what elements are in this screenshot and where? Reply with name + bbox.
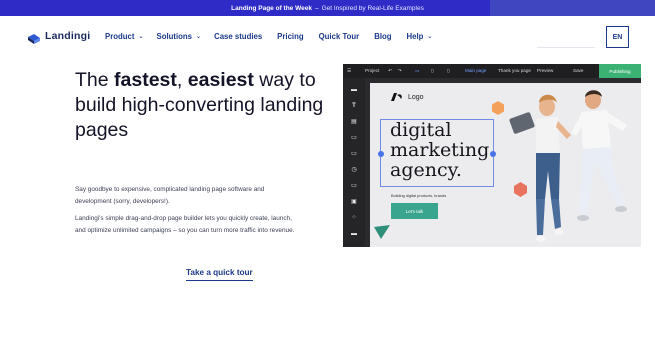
redo-icon: ↷ xyxy=(398,68,402,73)
announcement-separator: – xyxy=(314,4,319,12)
nav-item-label: Help xyxy=(406,32,424,41)
canvas-logo-icon xyxy=(391,93,402,101)
text-tool-icon: T xyxy=(352,103,356,109)
nav-item-label: Quick Tour xyxy=(318,32,360,41)
chevron-down-icon: ⌄ xyxy=(427,34,433,40)
preview-button: Preview xyxy=(537,68,554,73)
nav-item-label: Case studies xyxy=(214,32,263,41)
announcement-title: Landing Page of the Week xyxy=(231,4,312,12)
button-tool-icon: ▭ xyxy=(351,135,357,141)
hero-description: Say goodbye to expensive, complicated la… xyxy=(75,186,265,205)
hero-headline: The fastest, easiest way to build high-c… xyxy=(75,68,325,143)
video-tool-icon: ▬ xyxy=(351,231,357,237)
section-tool-icon: ▬ xyxy=(351,87,357,93)
nav-item-quick-tour[interactable]: Quick Tour xyxy=(319,32,360,41)
desktop-view-icon: ▭ xyxy=(415,68,420,73)
canvas-tagline: Building digital products, brands xyxy=(391,193,447,198)
resize-handle-left xyxy=(378,151,384,157)
save-button: Save xyxy=(573,68,584,73)
canvas-headline: digital marketing agency. xyxy=(390,120,489,180)
nav-item-solutions[interactable]: Solutions ⌄ xyxy=(157,32,202,41)
nav-item-label: Product xyxy=(105,32,135,41)
hero-description-secondary: Landingi's simple drag-and-drop page bui… xyxy=(75,215,295,234)
chevron-down-icon: ⌄ xyxy=(138,34,144,40)
nav-divider xyxy=(537,47,595,48)
mobile-view-icon: ▯ xyxy=(447,68,450,73)
nav-item-help[interactable]: Help ⌄ xyxy=(407,32,433,41)
language-switcher[interactable]: EN xyxy=(606,26,629,48)
headline-emphasis-fastest: fastest xyxy=(114,69,177,91)
thank-you-page-tab: Thank you page xyxy=(498,68,531,73)
box-tool-icon: ▤ xyxy=(351,119,357,125)
canvas-headline-line: digital xyxy=(390,119,452,141)
orange-hexagon-shape xyxy=(492,101,504,115)
canvas-cta-button: Let's talk xyxy=(391,203,438,219)
nav-item-label: Solutions xyxy=(156,32,193,41)
headline-part: , xyxy=(176,69,188,91)
brand-logo[interactable]: Landingi xyxy=(28,30,91,44)
chevron-down-icon: ⌄ xyxy=(196,34,202,40)
main-navigation: Landingi Product ⌄ Solutions ⌄ Case studie… xyxy=(0,16,655,56)
project-label: Project xyxy=(365,68,380,73)
landingi-logo-icon xyxy=(28,31,40,44)
apps-tool-icon: ⁘ xyxy=(351,215,357,221)
nav-item-case-studies[interactable]: Case studies xyxy=(214,32,262,41)
canvas-logo-text: Logo xyxy=(408,93,424,101)
editor-toolbar: ☰ Project ↶ ↷ ▭ ▯ ▯ Main page Thank you … xyxy=(343,64,641,78)
logo-text: Landingi xyxy=(45,30,91,42)
canvas-logo: Logo xyxy=(391,93,424,101)
nav-menu: Product ⌄ Solutions ⌄ Case studies Pricing… xyxy=(105,32,432,41)
announcement-bar-edge xyxy=(490,0,655,16)
nav-item-product[interactable]: Product ⌄ xyxy=(105,32,144,41)
nav-item-label: Blog xyxy=(374,32,392,41)
resize-handle-right xyxy=(490,151,496,157)
announcement-bar[interactable]: Landing Page of the Week – Get Inspired by… xyxy=(0,0,655,16)
canvas-headline-line: agency. xyxy=(390,159,462,181)
form-tool-icon: ▭ xyxy=(351,151,357,157)
publishing-button: Publishing xyxy=(599,64,641,78)
headline-emphasis-easiest: easiest xyxy=(187,69,254,91)
main-page-tab: Main page xyxy=(465,68,487,73)
quick-tour-link[interactable]: Take a quick tour xyxy=(186,268,253,281)
nav-item-blog[interactable]: Blog xyxy=(374,32,391,41)
announcement-link[interactable]: Get Inspired by Real-Life Examples xyxy=(322,5,424,12)
tablet-view-icon: ▯ xyxy=(431,68,434,73)
headline-part: The xyxy=(75,69,115,91)
editor-sidebar: ▬ T ▤ ▭ ▭ ◷ ▭ ▣ ⁘ ▬ xyxy=(343,78,365,247)
teal-triangle-shape xyxy=(374,225,390,239)
undo-icon: ↶ xyxy=(388,68,392,73)
nav-item-pricing[interactable]: Pricing xyxy=(277,32,303,41)
hamburger-icon: ☰ xyxy=(347,68,352,73)
canvas-headline-line: marketing xyxy=(390,139,490,161)
popup-tool-icon: ▭ xyxy=(351,183,357,189)
nav-item-label: Pricing xyxy=(277,32,304,41)
image-tool-icon: ▣ xyxy=(351,199,357,205)
people-jumping-illustration xyxy=(509,90,627,242)
timer-tool-icon: ◷ xyxy=(351,167,357,173)
